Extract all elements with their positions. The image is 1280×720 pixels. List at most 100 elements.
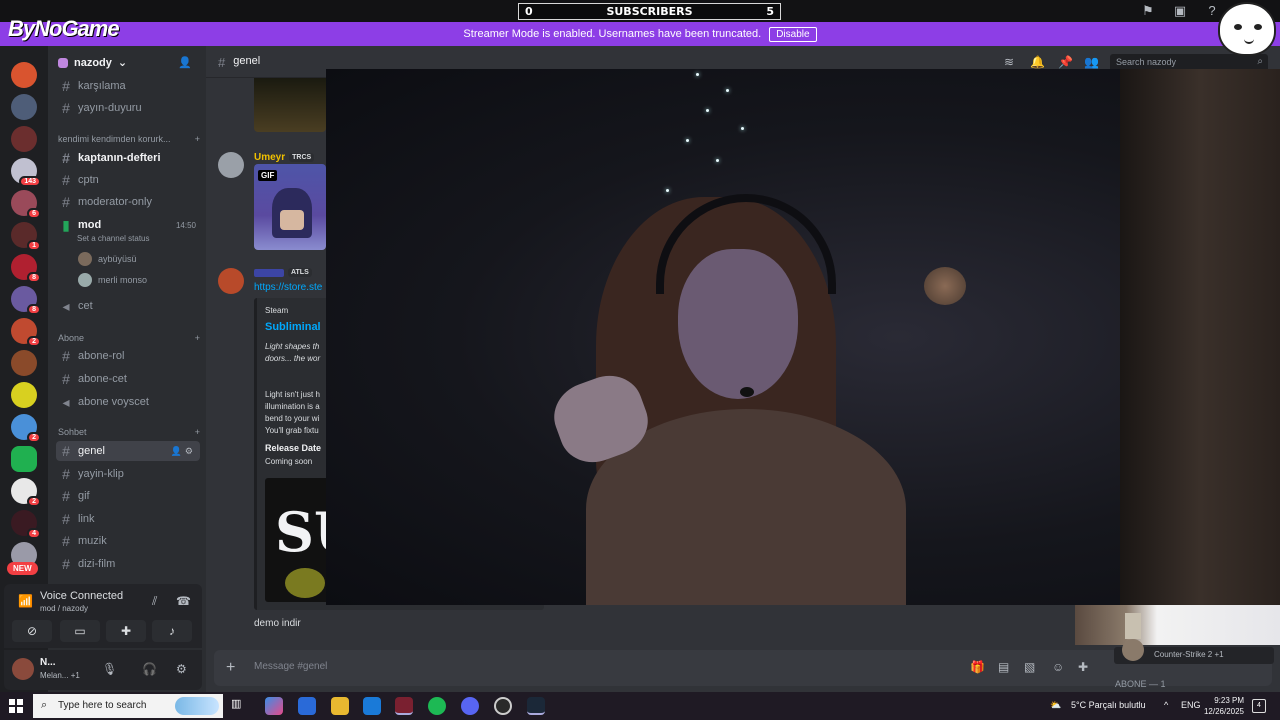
voice-channel-cet[interactable]: ◂ cet <box>56 296 200 316</box>
server-icon[interactable] <box>11 446 37 472</box>
activity-button[interactable]: ✚ <box>106 620 146 642</box>
voice-user[interactable]: aybüyüsü <box>78 252 137 266</box>
server-icon[interactable]: 4 <box>11 510 41 539</box>
voice-channel-abone-voyscet[interactable]: ◂ abone voyscet <box>56 392 200 412</box>
add-attachment-icon[interactable]: + <box>226 659 235 677</box>
server-icon[interactable]: 143 <box>11 158 41 187</box>
server-icon[interactable]: 8 <box>11 254 41 283</box>
task-view-icon[interactable]: ▥ <box>231 697 249 715</box>
inbox-icon[interactable]: ▣ <box>1172 3 1188 19</box>
headphones-icon[interactable]: 🎧 <box>142 662 157 676</box>
server-icon[interactable]: 6 <box>11 190 41 219</box>
server-icon[interactable] <box>11 62 37 88</box>
steam-icon[interactable] <box>527 697 545 715</box>
server-icon[interactable]: 1 <box>11 222 41 251</box>
channel-yayin-klip[interactable]: # yayin-klip <box>56 464 200 484</box>
taskbar-clock[interactable]: 9:23 PM 12/26/2025 <box>1200 695 1244 717</box>
disable-button[interactable]: Disable <box>769 26 817 42</box>
server-icon[interactable] <box>11 350 37 376</box>
add-channel-icon[interactable]: + <box>195 427 200 437</box>
tray-chevron-icon[interactable]: ^ <box>1164 700 1168 710</box>
channel-moderator-only[interactable]: # moderator-only <box>56 192 200 212</box>
message-author[interactable]: ATLS <box>254 268 312 277</box>
gear-icon[interactable]: ⚙ <box>176 662 187 676</box>
voice-connected-sub[interactable]: mod / nazody <box>40 604 88 613</box>
camera-off-button[interactable]: ⊘ <box>12 620 52 642</box>
gif-icon[interactable]: ▤ <box>998 660 1009 674</box>
discord-icon[interactable] <box>461 697 479 715</box>
language-indicator[interactable]: ENG <box>1181 700 1201 710</box>
store-icon[interactable] <box>298 697 316 715</box>
weather-text[interactable]: 5°C Parçalı bulutlu <box>1071 700 1146 710</box>
channel-karsilama[interactable]: # karşılama <box>56 76 200 96</box>
channel-settings-icon[interactable]: 👤⚙ <box>171 446 196 457</box>
category-abone[interactable]: Abone + <box>58 333 200 343</box>
message-author[interactable]: Umeyr TRCS <box>254 152 315 163</box>
server-icon[interactable] <box>11 94 37 120</box>
add-channel-icon[interactable]: + <box>195 333 200 343</box>
add-channel-icon[interactable]: + <box>195 134 200 144</box>
server-header[interactable]: nazody ⌄ <box>58 56 127 69</box>
outlook-icon[interactable] <box>363 697 381 715</box>
microphone-icon[interactable]: 🎙 <box>102 662 117 676</box>
opera-icon[interactable] <box>395 697 413 715</box>
threads-icon[interactable]: ≋ <box>1004 55 1014 69</box>
avatar[interactable] <box>218 152 244 178</box>
soundboard-button[interactable]: ♪ <box>152 620 192 642</box>
category-sohbet[interactable]: Sohbet + <box>58 427 200 437</box>
signal-icon[interactable]: 📶 <box>18 594 33 608</box>
server-icon[interactable]: 2 <box>11 318 41 347</box>
channel-status[interactable]: Set a channel status <box>77 234 150 243</box>
avatar[interactable] <box>218 268 244 294</box>
voice-user[interactable]: merli monso <box>78 273 147 287</box>
obs-icon[interactable] <box>494 697 512 715</box>
spotify-icon[interactable] <box>428 697 446 715</box>
channel-muzik[interactable]: # muzik <box>56 531 200 551</box>
emoji-icon[interactable]: ☺ <box>1052 660 1064 674</box>
channel-dizi-film[interactable]: # dizi-film <box>56 554 200 574</box>
screen-share-button[interactable]: ▭ <box>60 620 100 642</box>
server-icon[interactable]: 2 <box>11 414 41 443</box>
channel-yayin-duyuru[interactable]: # yayın-duyuru <box>56 98 200 118</box>
flag-icon[interactable]: ⚑ <box>1140 3 1156 19</box>
help-icon[interactable]: ? <box>1204 3 1220 19</box>
message-image[interactable] <box>254 78 326 132</box>
subscriber-label: SUBSCRIBERS <box>606 5 693 18</box>
embed-title[interactable]: Subliminal <box>265 321 321 333</box>
weather-icon[interactable]: ⛅ <box>1050 700 1061 711</box>
gift-icon[interactable]: 🎁 <box>970 660 985 674</box>
category-kendimi[interactable]: kendimi kendimden korurk... + <box>58 134 200 144</box>
member-list-icon[interactable]: 👥 <box>1084 55 1099 69</box>
server-icon[interactable]: 2 <box>11 478 41 507</box>
channel-abone-cet[interactable]: # abone-cet <box>56 369 200 389</box>
notification-icon[interactable]: 4 <box>1252 699 1266 713</box>
channel-gif[interactable]: # gif <box>56 486 200 506</box>
pin-icon[interactable]: 📌 <box>1058 55 1073 69</box>
apps-icon[interactable]: ✚ <box>1078 660 1088 674</box>
server-icon[interactable] <box>11 382 37 408</box>
noise-suppression-icon[interactable]: ⫽ <box>152 594 157 609</box>
windows-start-icon[interactable] <box>9 699 23 713</box>
avatar[interactable] <box>12 658 34 680</box>
embed-image[interactable]: SU <box>265 478 335 602</box>
channel-link[interactable]: # link <box>56 509 200 529</box>
channel-genel[interactable]: # genel 👤⚙ <box>56 441 200 461</box>
bell-icon[interactable]: 🔔 <box>1030 55 1045 69</box>
channel-abone-rol[interactable]: # abone-rol <box>56 346 200 366</box>
hash-icon: # <box>62 348 70 364</box>
taskbar-search-input[interactable]: ⌕ Type here to search <box>33 694 223 718</box>
server-icon[interactable]: 8 <box>11 286 41 315</box>
speaker-icon: ◂ <box>62 393 70 410</box>
file-explorer-icon[interactable] <box>331 697 349 715</box>
steam-link[interactable]: https://store.ste <box>254 282 322 293</box>
sticker-icon[interactable]: ▧ <box>1024 660 1035 674</box>
disconnect-icon[interactable]: ☎ <box>176 594 191 608</box>
channel-kaptanin-defteri[interactable]: # kaptanın-defteri <box>56 148 200 168</box>
invite-icon[interactable]: 👤 <box>178 56 192 69</box>
gif-image[interactable]: GIF <box>254 164 326 250</box>
server-icon[interactable] <box>11 126 37 152</box>
server-badge: 143 <box>19 176 41 187</box>
member-activity[interactable]: Counter-Strike 2 +1 <box>1114 639 1274 664</box>
copilot-icon[interactable] <box>265 697 283 715</box>
channel-cptn[interactable]: # cptn <box>56 170 200 190</box>
